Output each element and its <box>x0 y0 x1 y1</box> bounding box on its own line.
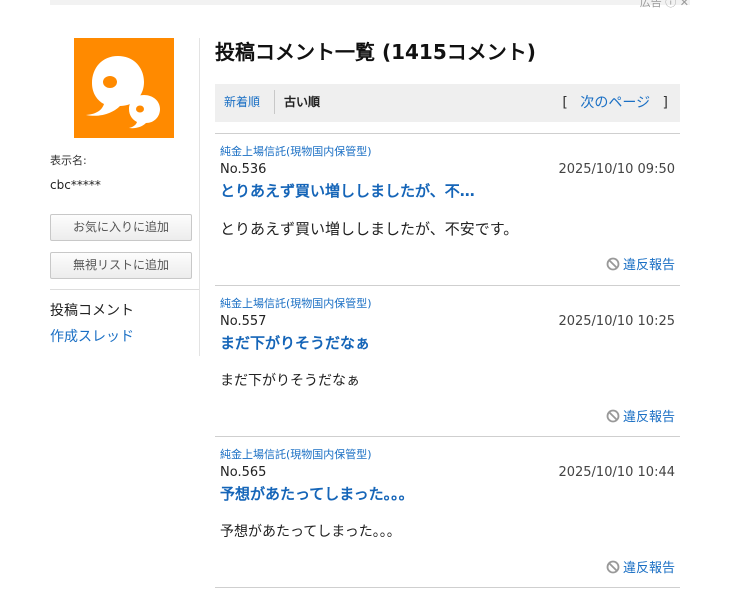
report-label[interactable]: 違反報告 <box>623 410 675 425</box>
comment-item: 純金上場信託(現物国内保管型) No.557 2025/10/10 10:25 … <box>215 285 680 437</box>
comment-item: 純金上場信託(現物国内保管型) No.536 2025/10/10 09:50 … <box>215 133 680 285</box>
divider <box>50 289 200 290</box>
add-favorite-button[interactable]: お気に入りに追加 <box>50 214 192 241</box>
sort-bar: 新着順 古い順 [ 次のページ ] <box>215 84 680 122</box>
report-link[interactable]: 違反報告 <box>606 406 675 425</box>
avatar <box>74 38 174 138</box>
ban-icon <box>606 560 620 574</box>
comment-body: まだ下がりそうだなぁ <box>220 373 360 389</box>
page-title: 投稿コメント一覧 (1415コメント) <box>215 40 536 64</box>
display-name: cbc***** <box>50 178 101 192</box>
ban-icon <box>606 409 620 423</box>
comment-timestamp: 2025/10/10 10:25 <box>558 314 675 329</box>
report-label[interactable]: 違反報告 <box>623 258 675 273</box>
comment-timestamp: 2025/10/10 09:50 <box>558 162 675 177</box>
comment-timestamp: 2025/10/10 10:44 <box>558 465 675 480</box>
comment-item: 純金上場信託(現物国内保管型) No.565 2025/10/10 10:44 … <box>215 436 680 588</box>
comment-board-link[interactable]: 純金上場信託(現物国内保管型) <box>220 143 372 159</box>
report-link[interactable]: 違反報告 <box>606 254 675 273</box>
ad-label[interactable]: 広告 ⓘ ✕ <box>640 0 689 10</box>
sort-newest-link[interactable]: 新着順 <box>224 93 260 110</box>
sort-oldest-current: 古い順 <box>284 95 321 109</box>
comment-number: No.557 <box>220 314 267 329</box>
bracket-close: ] <box>662 95 668 111</box>
next-page-label[interactable]: 次のページ <box>580 95 650 111</box>
comment-title-link[interactable]: 予想があたってしまった。。。 <box>220 483 414 504</box>
ban-icon <box>606 257 620 271</box>
add-ignore-list-button[interactable]: 無視リストに追加 <box>50 252 192 279</box>
comment-title-link[interactable]: とりあえず買い増ししましたが、不… <box>220 180 475 201</box>
report-link[interactable]: 違反報告 <box>606 557 675 576</box>
column-divider <box>199 38 200 356</box>
comment-number: No.536 <box>220 162 267 177</box>
divider <box>215 587 680 588</box>
speech-bubbles-icon <box>86 56 160 129</box>
nav-posted-comments[interactable]: 投稿コメント <box>50 300 134 320</box>
comment-body: とりあえず買い増ししましたが、不安です。 <box>220 220 519 238</box>
comment-number: No.565 <box>220 465 267 480</box>
comment-board-link[interactable]: 純金上場信託(現物国内保管型) <box>220 446 372 462</box>
comment-board-link[interactable]: 純金上場信託(現物国内保管型) <box>220 295 372 311</box>
comment-title-link[interactable]: まだ下がりそうだなぁ <box>220 332 370 353</box>
top-ad-bar <box>50 0 690 5</box>
divider <box>274 90 275 114</box>
bracket-open: [ <box>562 95 568 111</box>
next-page-link[interactable]: [ 次のページ ] <box>562 92 668 112</box>
nav-created-threads[interactable]: 作成スレッド <box>50 326 134 346</box>
comment-body: 予想があたってしまった。。。 <box>220 524 401 540</box>
report-label[interactable]: 違反報告 <box>623 561 675 576</box>
display-name-label: 表示名: <box>50 154 87 167</box>
